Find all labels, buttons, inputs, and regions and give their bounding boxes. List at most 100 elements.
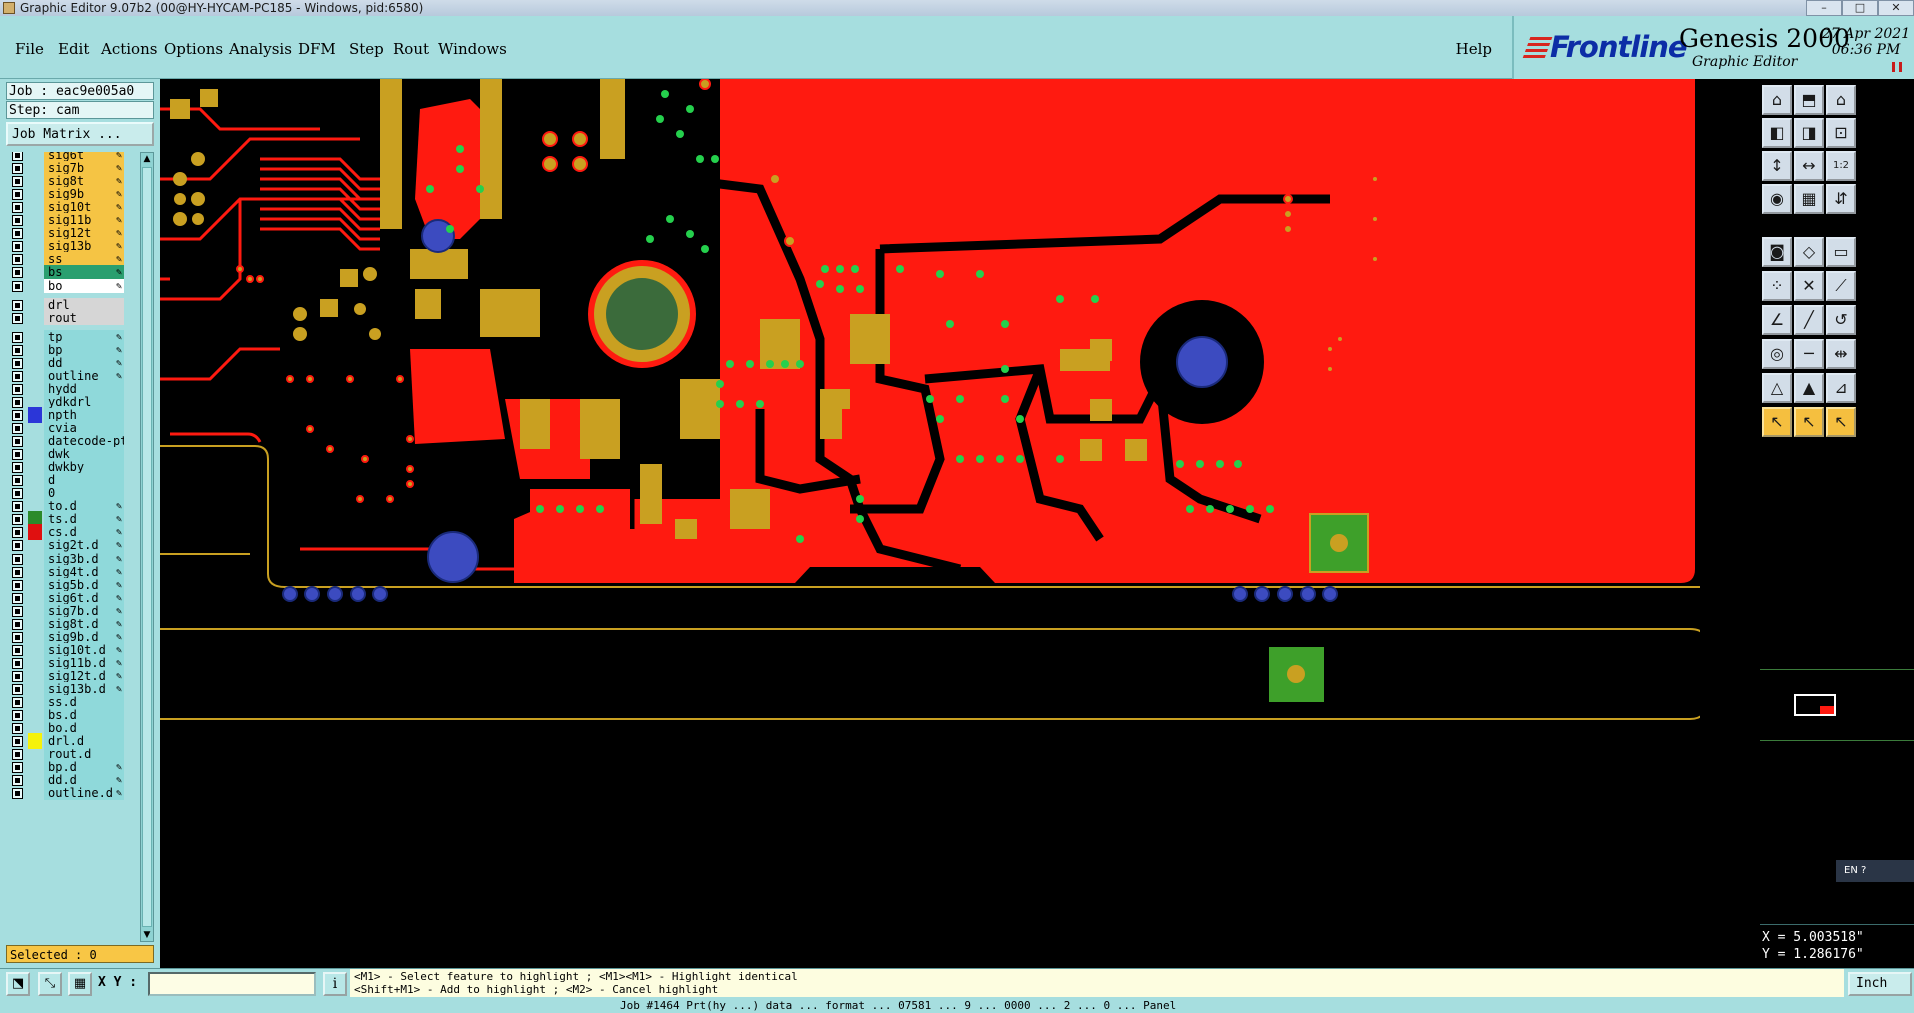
pan-right-icon: ◨ (1801, 123, 1817, 142)
node-tool-button[interactable]: ⁘ (1762, 271, 1792, 301)
layer-checkbox[interactable] (12, 312, 23, 324)
connect-tool-button[interactable]: ⟋ (1826, 271, 1856, 301)
cross-tool-button[interactable]: ✕ (1794, 271, 1824, 301)
minimize-button[interactable]: – (1806, 0, 1842, 16)
zoom-out-tool-button[interactable]: ⬒ (1794, 85, 1824, 115)
layer-name[interactable]: outline.d ✎ (44, 786, 124, 801)
zoom-tool-icon[interactable]: ⬔ (6, 972, 30, 996)
ruler-tool-button[interactable]: ▭ (1826, 237, 1856, 267)
layer-row[interactable]: bo ✎ (6, 278, 124, 294)
xy-input[interactable] (148, 972, 316, 996)
ruler-icon: ▭ (1833, 242, 1849, 261)
menu-edit[interactable]: Edit (58, 40, 89, 58)
target-icon: ◎ (1770, 344, 1784, 363)
zoom-out-icon: ⬒ (1801, 90, 1817, 109)
layer-color-swatch[interactable] (28, 278, 42, 294)
pause-icon[interactable] (1892, 62, 1902, 72)
grid-tool-icon[interactable]: ▦ (68, 972, 92, 996)
mini-map-view (1820, 706, 1834, 714)
measure-h-tool-button[interactable]: ⇹ (1826, 339, 1856, 369)
layer-name[interactable]: bo ✎ (44, 278, 124, 293)
menu-options[interactable]: Options (164, 40, 223, 58)
net-tool-button[interactable]: ⇵ (1826, 184, 1856, 214)
measure-h-icon: ⇹ (1834, 344, 1848, 363)
zoom-fit-icon: ⊡ (1834, 123, 1848, 142)
measure-tool-button[interactable]: ◙ (1762, 237, 1792, 267)
pointer-edit-icon: ↖ (1834, 412, 1848, 431)
layer-checkbox[interactable] (12, 788, 23, 800)
bottom-toolbar: ⬔ ⤡ ▦ X Y : i <M1> - Select feature to h… (0, 968, 1914, 998)
mouse-hint: <M1> - Select feature to highlight ; <M1… (350, 969, 1844, 997)
connect-icon: ⟋ (1835, 276, 1847, 295)
close-button[interactable]: ✕ (1878, 0, 1914, 16)
pointer-tool-button[interactable]: ↖ (1762, 407, 1792, 437)
coord-y: Y = 1.286176" (1762, 947, 1864, 962)
arc-tool-button[interactable]: ↺ (1826, 305, 1856, 335)
target-tool-button[interactable]: ◎ (1762, 339, 1792, 369)
scroll-down-icon[interactable]: ▼ (142, 930, 152, 940)
graphic-canvas[interactable] (160, 79, 1760, 968)
grid-tool-button[interactable]: ▦ (1794, 184, 1824, 214)
app-icon (3, 2, 15, 14)
ratio-tool-button[interactable]: 1:2 (1826, 151, 1856, 181)
menu-dfm[interactable]: DFM (298, 40, 336, 58)
triangle-fill-icon: ⊿ (1834, 378, 1848, 397)
job-matrix-button[interactable]: Job Matrix ... (6, 122, 154, 146)
pan-tool-icon[interactable]: ⤡ (38, 972, 62, 996)
ime-indicator[interactable]: EN ? (1836, 860, 1914, 882)
angle-tool-button[interactable]: ∠ (1762, 305, 1792, 335)
coord-x: X = 5.003518" (1762, 930, 1864, 945)
frontline-logo: Frontline (1521, 30, 1688, 64)
menu-step[interactable]: Step (349, 40, 384, 58)
zoom-fit-tool-button[interactable]: ⊡ (1826, 118, 1856, 148)
snapshot-tool-button[interactable]: ◉ (1762, 184, 1792, 214)
pan-left-tool-button[interactable]: ◧ (1762, 118, 1792, 148)
layer-color-swatch[interactable] (28, 310, 42, 326)
pointer-edit-tool-button[interactable]: ↖ (1826, 407, 1856, 437)
pan-right-tool-button[interactable]: ◨ (1794, 118, 1824, 148)
layer-name[interactable]: rout (44, 310, 124, 325)
scroll-up-icon[interactable]: ▲ (142, 154, 152, 164)
xy-label: X Y : (98, 975, 138, 990)
line-tool-button[interactable]: ╱ (1794, 305, 1824, 335)
panel-fiducial-center (1287, 665, 1305, 683)
line-icon: ╱ (1804, 310, 1814, 329)
menu-windows[interactable]: Windows (438, 40, 507, 58)
layer-row[interactable]: rout (6, 310, 124, 326)
segment-tool-button[interactable]: ─ (1794, 339, 1824, 369)
zoom-home-icon: ⌂ (1771, 90, 1783, 109)
copper-region-left-lower (410, 349, 505, 444)
fit-horizontal-tool-button[interactable]: ↔ (1794, 151, 1824, 181)
frontline-logo-icon (1521, 37, 1553, 61)
maximize-button[interactable]: □ (1842, 0, 1878, 16)
menu-actions[interactable]: Actions (101, 40, 157, 58)
home-tool-button[interactable]: ⌂ (1826, 85, 1856, 115)
fit-horizontal-icon: ↔ (1802, 156, 1816, 175)
layer-color-swatch[interactable] (28, 785, 42, 801)
menu-file[interactable]: File (15, 40, 44, 58)
triangle-alt-tool-button[interactable]: ▲ (1794, 373, 1824, 403)
menu-help[interactable]: Help (1456, 40, 1492, 58)
triangle-tool-button[interactable]: △ (1762, 373, 1792, 403)
pointer-select-tool-button[interactable]: ↖ (1794, 407, 1824, 437)
layer-scrollbar[interactable]: ▲ ▼ (140, 152, 154, 942)
triangle-icon: △ (1770, 378, 1784, 397)
shape-tool-button[interactable]: ◇ (1794, 237, 1824, 267)
fit-vertical-tool-button[interactable]: ↕ (1762, 151, 1792, 181)
scroll-thumb[interactable] (142, 167, 152, 927)
triangle-fill-tool-button[interactable]: ⊿ (1826, 373, 1856, 403)
mini-map[interactable] (1760, 669, 1914, 741)
pcb-drawing[interactable] (160, 79, 1760, 968)
units-selector[interactable]: Inch (1848, 972, 1912, 996)
layer-checkbox[interactable] (12, 280, 23, 292)
layer-row[interactable]: outline.d ✎ (6, 785, 124, 801)
angle-icon: ∠ (1769, 310, 1785, 329)
zoom-home-tool-button[interactable]: ⌂ (1762, 85, 1792, 115)
menu-rout[interactable]: Rout (393, 40, 429, 58)
job-name-field: Job : eac9e005a0 (6, 82, 154, 100)
status-line: Job #1464 Prt(hy ...) data ... format ..… (0, 998, 1914, 1013)
clock-date: 27 Apr 2021 (1822, 26, 1911, 42)
info-icon[interactable]: i (323, 972, 347, 996)
copper-region-bottom (530, 489, 630, 539)
menu-analysis[interactable]: Analysis (229, 40, 292, 58)
